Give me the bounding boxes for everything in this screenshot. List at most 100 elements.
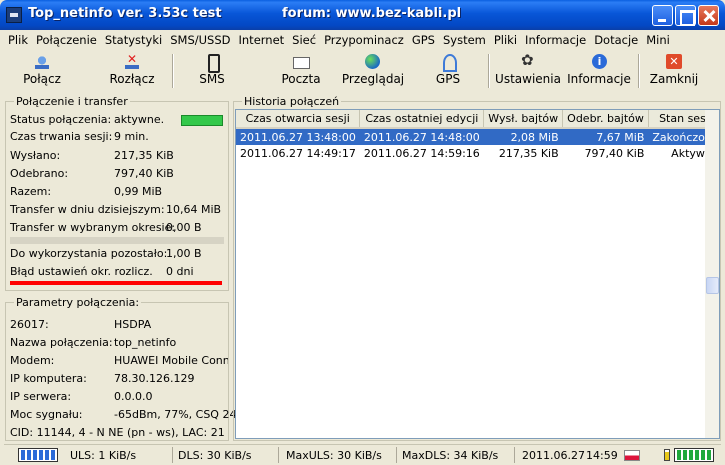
cell-id: CID: 11144, 4 - N NE (pn - ws), LAC: 21 <box>10 426 225 439</box>
toolbar-separator <box>488 54 490 88</box>
close-icon <box>665 54 683 70</box>
cell-bytes-sent: 217,35 KiB <box>498 147 559 160</box>
settings-button[interactable]: Ustawienia <box>494 51 562 90</box>
table-row[interactable]: 2011.06.27 14:49:17 2011.06.27 14:59:16 … <box>236 145 719 162</box>
table-row[interactable]: 2011.06.27 13:48:00 2011.06.27 14:48:00 … <box>236 128 719 145</box>
info-button[interactable]: Informacje <box>566 52 632 90</box>
col-session-open[interactable]: Czas otwarcia sesji <box>236 110 361 129</box>
gear-icon <box>519 51 537 70</box>
sms-label: SMS <box>199 72 225 86</box>
sent-label: Wysłano: <box>10 149 61 162</box>
status-bar: ULS: 1 KiB/s DLS: 30 KiB/s MaxULS: 30 Ki… <box>4 444 721 464</box>
menu-statystyki[interactable]: Statystyki <box>101 33 166 47</box>
info-label: Informacje <box>567 72 631 86</box>
menu-gps[interactable]: GPS <box>408 33 439 47</box>
today-label: Transfer w dniu dzisiejszym: <box>10 203 165 216</box>
cell-bytes-sent: 2,08 MiB <box>483 128 563 145</box>
upload-speed: ULS: 1 KiB/s <box>70 449 137 462</box>
menu-pliki[interactable]: Pliki <box>490 33 521 47</box>
menu-mini[interactable]: Mini <box>642 33 674 47</box>
info-icon <box>590 54 608 70</box>
menu-system[interactable]: System <box>439 33 490 47</box>
status-value: aktywne. <box>114 113 165 126</box>
cell-session-open: 2011.06.27 14:49:17 <box>240 147 356 160</box>
scrollbar-thumb[interactable] <box>706 277 719 294</box>
mail-label: Poczta <box>281 72 321 86</box>
phone-icon <box>203 54 221 73</box>
connect-icon <box>33 54 51 70</box>
today-value: 10,64 MiB <box>166 203 222 216</box>
menu-dotacje[interactable]: Dotacje <box>590 33 642 47</box>
ip-label: IP komputera: <box>10 372 87 385</box>
billing-error-label: Błąd ustawień okr. rozlicz. <box>10 265 153 278</box>
close-app-button[interactable]: Zamknij <box>646 52 702 90</box>
connect-label: Połącz <box>23 72 61 86</box>
toolbar: Połącz Rozłącz SMS Poczta Przeglądaj GPS… <box>4 51 721 92</box>
minimize-button[interactable] <box>652 5 673 26</box>
received-label: Odebrano: <box>10 167 69 180</box>
upload-meter <box>18 448 58 462</box>
status-separator <box>172 447 173 463</box>
status-date: 2011.06.27 <box>522 449 585 462</box>
connection-panel: Połączenie i transfer Status połączenia:… <box>5 95 229 291</box>
title-bar: Top_netinfo ver. 3.53c test forum: www.b… <box>0 0 725 30</box>
settings-label: Ustawienia <box>495 72 561 86</box>
cell-last-edit: 2011.06.27 14:59:16 <box>363 147 480 160</box>
menu-internet[interactable]: Internet <box>235 33 289 47</box>
vertical-scrollbar[interactable] <box>705 110 719 438</box>
status-separator <box>278 447 279 463</box>
cell-bytes-received: 797,40 KiB <box>584 147 645 160</box>
close-label: Zamknij <box>649 72 699 86</box>
received-value: 797,40 KiB <box>114 167 174 180</box>
table-header-row: Czas otwarcia sesji Czas ostatniej edycj… <box>236 110 719 129</box>
col-bytes-received[interactable]: Odebr. bajtów <box>562 110 649 129</box>
history-panel-title: Historia połączeń <box>242 95 342 108</box>
status-separator <box>514 447 515 463</box>
sent-value: 217,35 KiB <box>114 149 174 162</box>
mail-button[interactable]: Poczta <box>276 52 326 90</box>
ip-value: 78.30.126.129 <box>114 372 195 385</box>
history-table[interactable]: Czas otwarcia sesji Czas ostatniej edycj… <box>235 109 720 439</box>
menu-polaczenie[interactable]: Połączenie <box>32 33 101 47</box>
signal-meter <box>674 448 714 462</box>
maximize-button[interactable] <box>675 5 696 26</box>
max-download-speed: MaxDLS: 34 KiB/s <box>402 449 499 462</box>
toolbar-separator <box>172 54 174 88</box>
status-separator <box>396 447 397 463</box>
max-upload-speed: MaxULS: 30 KiB/s <box>286 449 382 462</box>
window-title: Top_netinfo ver. 3.53c test <box>28 6 222 21</box>
gps-button[interactable]: GPS <box>428 52 468 90</box>
menu-siec[interactable]: Sieć <box>288 33 320 47</box>
browse-button[interactable]: Przeglądaj <box>338 52 408 90</box>
status-indicator <box>181 115 223 126</box>
menu-przypominacz[interactable]: Przypominacz <box>320 33 408 47</box>
signal-value: -65dBm, 77%, CSQ 24 <box>114 408 237 421</box>
menu-sms-ussd[interactable]: SMS/USSD <box>166 33 234 47</box>
period-progress-bar <box>10 237 224 244</box>
forum-link: forum: www.bez-kabli.pl <box>282 6 462 21</box>
sms-button[interactable]: SMS <box>192 52 232 90</box>
connection-params-panel: Parametry połączenia: 26017: HSDPA Nazwa… <box>5 296 236 441</box>
col-bytes-sent[interactable]: Wysł. bajtów <box>483 110 564 129</box>
signal-label: Moc sygnału: <box>10 408 83 421</box>
cell-session-open: 2011.06.27 13:48:00 <box>236 128 360 145</box>
menu-plik[interactable]: Plik <box>4 33 32 47</box>
connect-button[interactable]: Połącz <box>14 52 70 90</box>
server-ip-label: IP serwera: <box>10 390 72 403</box>
globe-icon <box>364 54 382 70</box>
disconnect-button[interactable]: Rozłącz <box>104 52 160 90</box>
status-time: 14:59 <box>586 449 618 462</box>
cell-last-edit: 2011.06.27 14:48:00 <box>359 128 484 145</box>
col-last-edit[interactable]: Czas ostatniej edycji <box>359 110 485 129</box>
close-window-button[interactable] <box>698 5 719 26</box>
remaining-value: 1,00 B <box>166 247 202 260</box>
cell-bytes-received: 7,67 MiB <box>562 128 649 145</box>
disconnect-icon <box>123 52 141 70</box>
toolbar-separator <box>638 54 640 88</box>
server-ip-value: 0.0.0.0 <box>114 390 153 403</box>
network-value: HSDPA <box>114 318 152 331</box>
menu-informacje[interactable]: Informacje <box>521 33 590 47</box>
total-value: 0,99 MiB <box>114 185 163 198</box>
modem-label: Modem: <box>10 354 55 367</box>
app-icon <box>6 7 22 23</box>
